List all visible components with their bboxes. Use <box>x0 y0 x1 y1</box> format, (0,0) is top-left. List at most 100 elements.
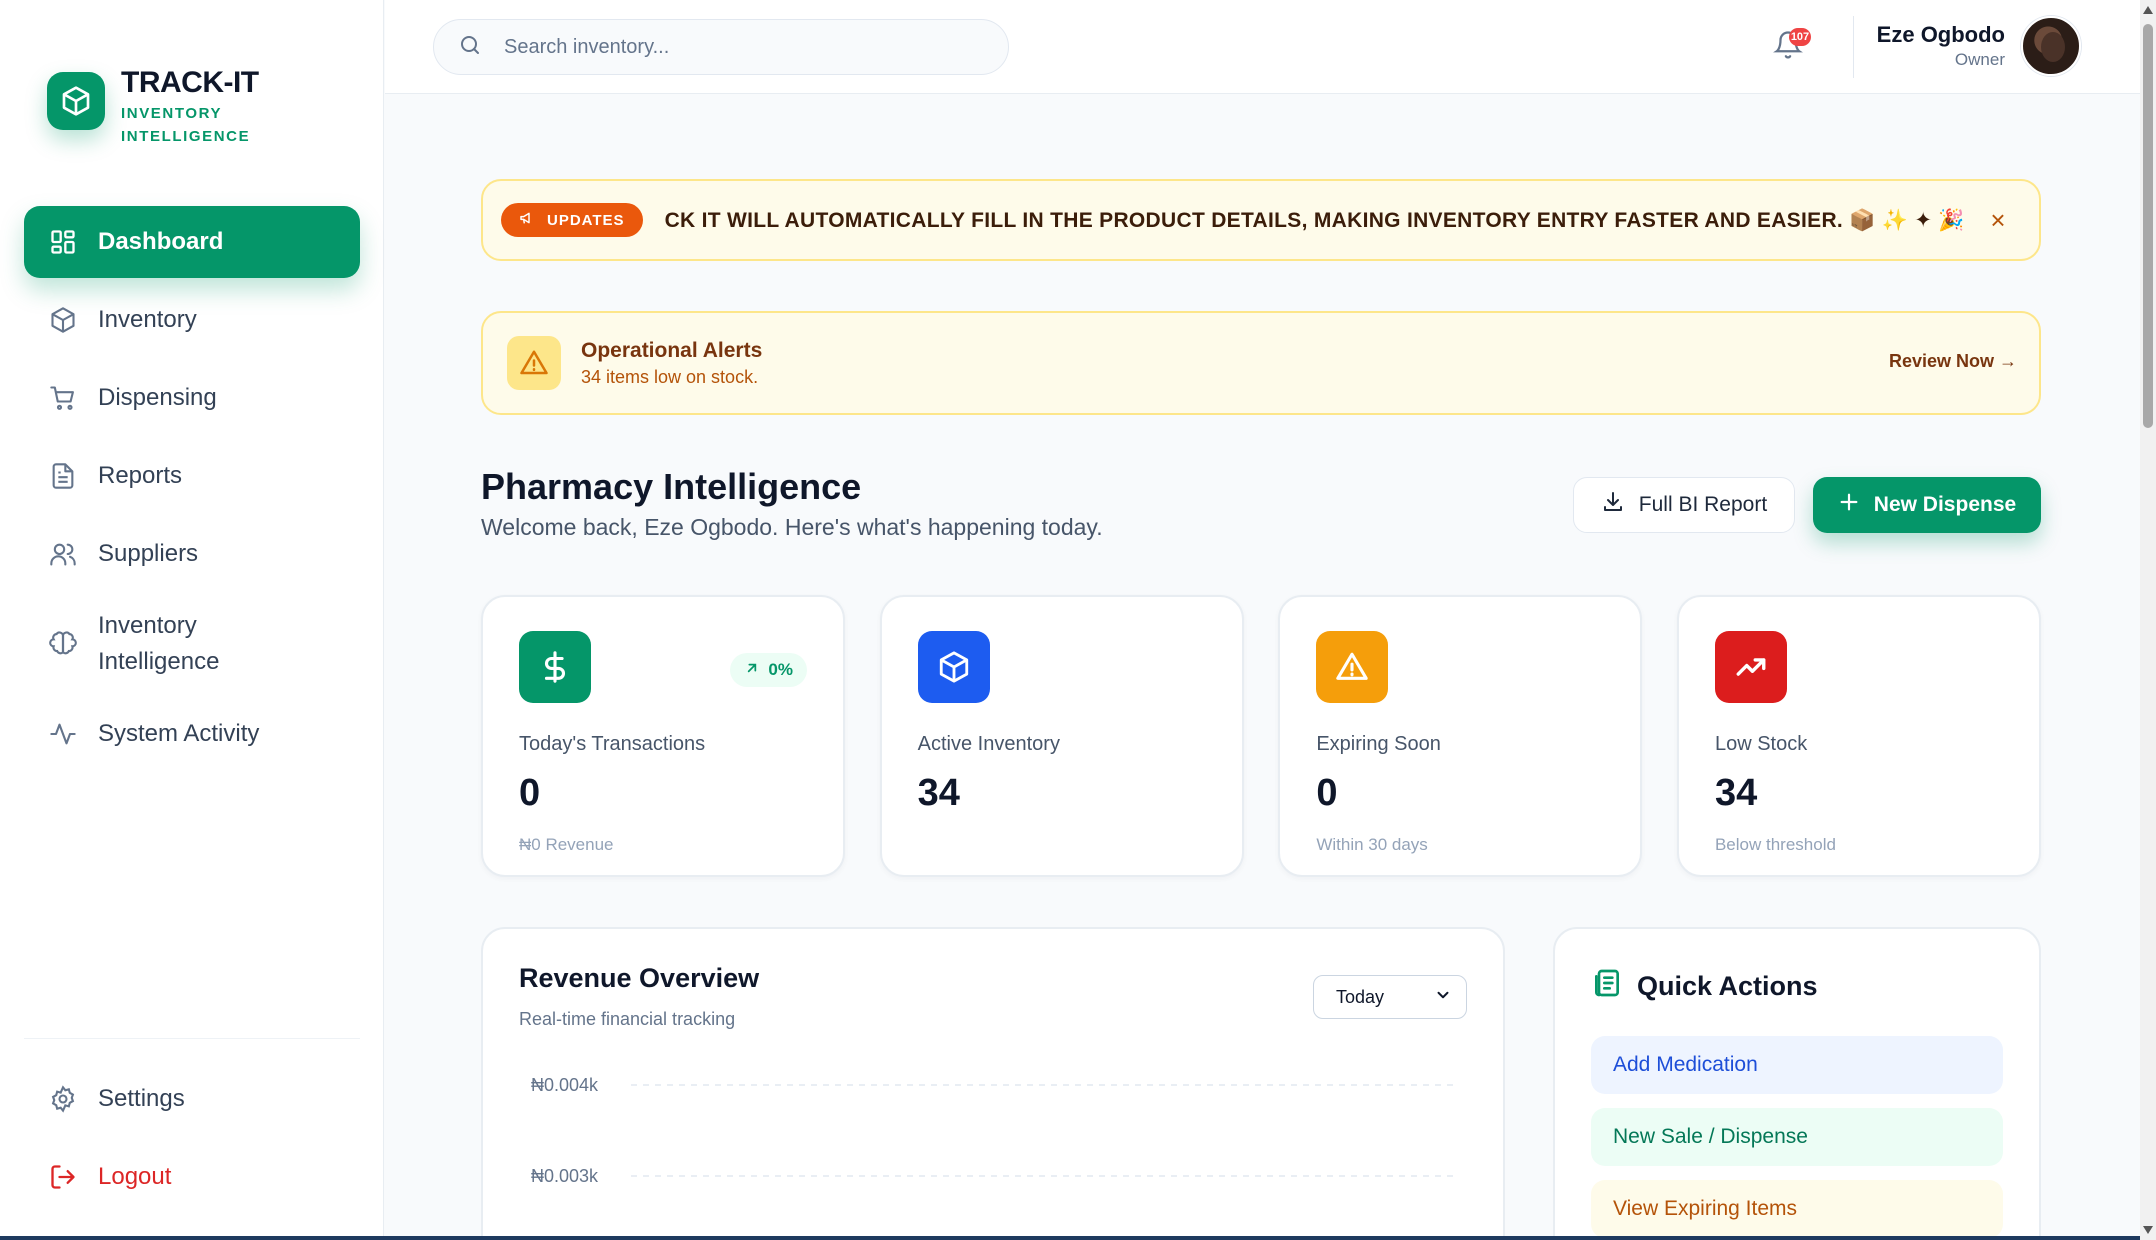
scroll-up-arrow[interactable] <box>2143 6 2153 14</box>
avatar[interactable] <box>2021 16 2081 76</box>
logout-icon <box>48 1162 78 1192</box>
page-scrollbar[interactable] <box>2140 0 2156 1240</box>
stat-card-transactions[interactable]: 0% Today's Transactions 0 ₦0 Revenue <box>481 595 845 877</box>
new-sale-dispense-button[interactable]: New Sale / Dispense <box>1591 1108 2003 1166</box>
full-bi-report-button[interactable]: Full BI Report <box>1573 477 1795 533</box>
sidebar-item-label: Dashboard <box>98 228 224 255</box>
sidebar-item-inventory[interactable]: Inventory <box>24 284 360 356</box>
warning-icon <box>1316 631 1389 703</box>
revenue-subtitle: Real-time financial tracking <box>519 1009 736 1029</box>
clipboard-list-icon <box>1591 967 1637 1006</box>
close-icon[interactable]: × <box>1985 207 2011 233</box>
quick-actions-card: Quick Actions Add Medication New Sale / … <box>1553 927 2041 1240</box>
search-input[interactable] <box>504 35 964 59</box>
quick-actions-title: Quick Actions <box>1637 971 1818 1001</box>
main-nav: Dashboard Inventory Dispensing Reports S… <box>24 206 360 776</box>
plus-icon <box>1838 491 1874 519</box>
gear-icon <box>48 1084 78 1114</box>
stat-card-active-inventory[interactable]: Active Inventory 34 <box>879 595 1244 877</box>
sidebar-item-reports[interactable]: Reports <box>24 440 360 512</box>
arrow-up-right-icon <box>744 660 768 681</box>
page-heading: Pharmacy Intelligence Welcome back, Eze … <box>481 465 1103 543</box>
view-expiring-items-button[interactable]: View Expiring Items <box>1591 1180 2003 1238</box>
stat-label: Expiring Soon <box>1316 733 1441 755</box>
stat-label: Active Inventory <box>917 733 1060 755</box>
updates-badge: UPDATES <box>501 203 643 237</box>
revenue-chart: ₦0.004k ₦0.003k <box>531 1075 1459 1186</box>
cart-icon <box>48 383 78 413</box>
review-now-link[interactable]: Review Now → <box>1889 351 2017 372</box>
stat-note: Below threshold <box>1714 835 1836 854</box>
sidebar-item-dispensing[interactable]: Dispensing <box>24 362 360 434</box>
cube-icon <box>47 72 105 130</box>
box-icon <box>917 631 990 703</box>
search-bar[interactable] <box>433 19 1009 75</box>
sidebar-item-label: Settings <box>98 1085 185 1112</box>
megaphone-icon <box>519 210 547 230</box>
sidebar-item-label: Dispensing <box>98 384 217 411</box>
brain-icon <box>48 629 78 659</box>
period-select[interactable]: Today <box>1313 975 1467 1019</box>
updates-marquee-text: CK IT WILL AUTOMATICALLY FILL IN THE PRO… <box>664 208 1965 232</box>
alert-title: Operational Alerts <box>581 339 763 362</box>
user-menu[interactable]: Eze Ogbodo Owner <box>1877 16 2081 76</box>
revenue-title: Revenue Overview <box>519 963 760 993</box>
updates-badge-label: UPDATES <box>547 211 625 229</box>
sidebar-item-label: Inventory <box>98 306 197 333</box>
operational-alert: Operational Alerts 34 items low on stock… <box>481 311 2041 415</box>
sidebar: TRACK-IT INVENTORY INTELLIGENCE Dashboar… <box>0 0 384 1240</box>
trend-value: 0% <box>768 660 793 679</box>
stat-value: 34 <box>917 772 960 814</box>
brand-subtitle: INVENTORY INTELLIGENCE <box>121 105 251 145</box>
topbar-divider <box>1853 16 1854 78</box>
main-content: UPDATES CK IT WILL AUTOMATICALLY FILL IN… <box>385 95 2141 1240</box>
scroll-down-arrow[interactable] <box>2143 1226 2153 1234</box>
download-icon <box>1601 490 1639 520</box>
bell-icon <box>1773 31 1803 64</box>
sidebar-item-label: Logout <box>98 1163 172 1190</box>
user-name: Eze Ogbodo <box>1876 22 2005 47</box>
stat-label: Today's Transactions <box>519 733 706 755</box>
stat-card-low-stock[interactable]: Low Stock 34 Below threshold <box>1676 595 2041 877</box>
file-icon <box>48 461 78 491</box>
box-icon <box>48 305 78 335</box>
stat-card-expiring-soon[interactable]: Expiring Soon 0 Within 30 days <box>1278 595 1643 877</box>
search-icon <box>458 33 482 62</box>
brand-title: TRACK-IT <box>121 66 259 99</box>
user-role: Owner <box>1954 50 2005 69</box>
sidebar-item-inventory-intelligence[interactable]: Inventory Intelligence <box>24 596 360 692</box>
trend-badge: 0% <box>730 653 807 687</box>
sidebar-item-suppliers[interactable]: Suppliers <box>24 518 360 590</box>
sidebar-item-settings[interactable]: Settings <box>24 1063 360 1135</box>
alert-subtitle: 34 items low on stock. <box>581 367 759 387</box>
button-label: Full BI Report <box>1638 493 1768 516</box>
trending-up-icon <box>1714 631 1787 703</box>
sidebar-item-dashboard[interactable]: Dashboard <box>24 206 360 278</box>
warning-icon <box>507 336 561 390</box>
add-medication-button[interactable]: Add Medication <box>1591 1036 2003 1094</box>
new-dispense-button[interactable]: New Dispense <box>1813 477 2041 533</box>
sidebar-item-label: System Activity <box>98 720 260 747</box>
page-subtitle: Welcome back, Eze Ogbodo. Here's what's … <box>481 514 1103 540</box>
scroll-thumb[interactable] <box>2143 24 2153 428</box>
notification-count-badge: 107 <box>1789 28 1811 46</box>
stat-label: Low Stock <box>1714 733 1808 755</box>
revenue-overview-card: Revenue Overview Real-time financial tra… <box>481 927 1505 1240</box>
brand-logo[interactable]: TRACK-IT INVENTORY INTELLIGENCE <box>47 66 261 148</box>
sidebar-item-label: Reports <box>98 462 183 489</box>
logout-button[interactable]: Logout <box>24 1141 360 1213</box>
stat-value: 34 <box>1714 772 1758 814</box>
updates-banner: UPDATES CK IT WILL AUTOMATICALLY FILL IN… <box>481 179 2041 261</box>
users-icon <box>48 539 78 569</box>
topbar: 107 Eze Ogbodo Owner <box>385 0 2141 94</box>
period-select-value: Today <box>1336 986 1385 1007</box>
sidebar-divider <box>24 1038 360 1039</box>
sidebar-item-label: Inventory Intelligence <box>98 612 220 675</box>
button-label: New Dispense <box>1873 493 2017 516</box>
notifications-button[interactable]: 107 <box>1773 28 1811 64</box>
stats-row: 0% Today's Transactions 0 ₦0 Revenue Act… <box>481 595 2041 877</box>
stat-value: 0 <box>519 772 541 814</box>
y-tick-label: ₦0.003k <box>531 1166 599 1186</box>
sidebar-item-system-activity[interactable]: System Activity <box>24 698 360 770</box>
sidebar-bottom-nav: Settings Logout <box>24 1063 360 1219</box>
